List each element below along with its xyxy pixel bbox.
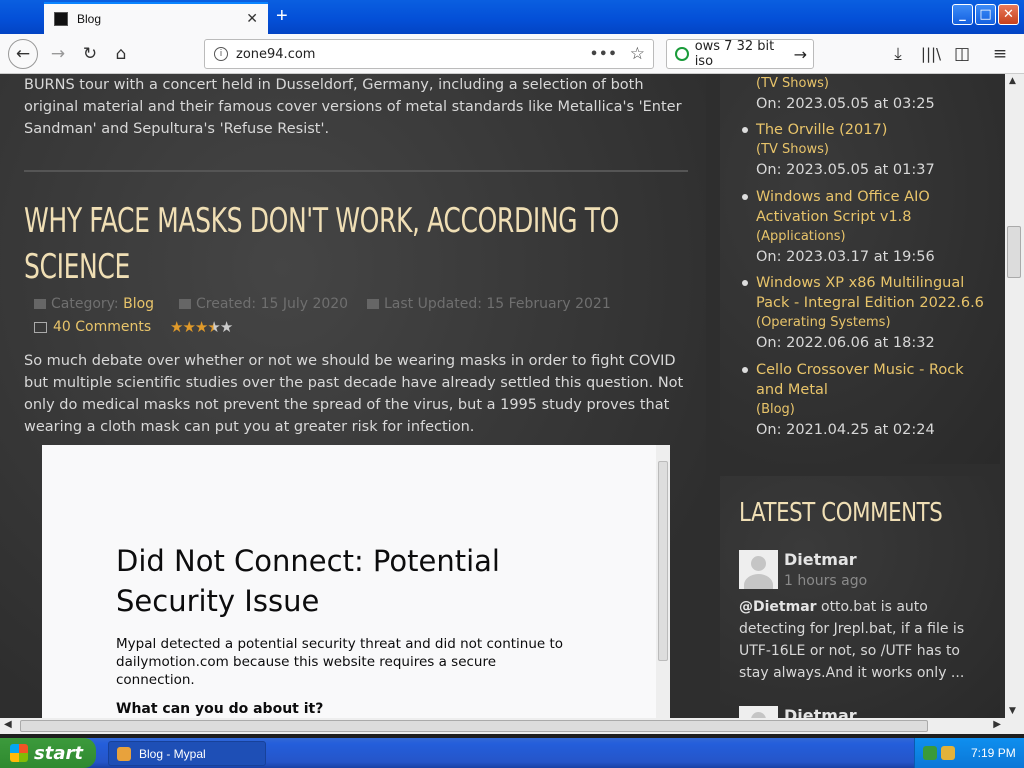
search-box[interactable]: ows 7 32 bit iso →	[666, 39, 814, 69]
scrollbar-corner	[1005, 718, 1024, 734]
star-icon[interactable]: ★	[207, 318, 220, 336]
frame-scrollbar-thumb[interactable]	[658, 461, 668, 661]
info-icon[interactable]: i	[214, 47, 228, 61]
search-text: ows 7 32 bit iso	[694, 39, 775, 69]
taskbar: start Blog - Mypal 7:19 PM	[0, 738, 1024, 768]
navigation-toolbar: ← → ↻ ⌂ i zone94.com ••• ☆ ows 7 32 bit …	[0, 34, 1024, 74]
list-item: Cello Crossover Music - Rock and Metal (…	[742, 360, 992, 440]
tab-favicon-icon	[54, 12, 68, 26]
star-icon[interactable]: ★	[170, 318, 183, 336]
article-title[interactable]: WHY FACE MASKS DON'T WORK, ACCORDING TO …	[24, 198, 688, 290]
url-text: zone94.com	[236, 46, 316, 62]
search-engine-icon	[675, 47, 689, 61]
comment-icon	[34, 321, 47, 333]
frame-scrollbar[interactable]	[656, 445, 670, 718]
list-item: Windows XP x86 Multilingual Pack - Integ…	[742, 273, 992, 353]
list-item: The Orville (2017) (TV Shows) On: 2023.0…	[742, 120, 992, 180]
forward-button[interactable]: →	[44, 40, 72, 68]
scroll-left-icon[interactable]: ◀	[4, 719, 12, 730]
browser-tab[interactable]: Blog ✕	[44, 2, 268, 34]
maximize-button[interactable]: □	[975, 4, 996, 25]
sidebar: (TV Shows) On: 2023.05.05 at 03:25 The O…	[720, 74, 1005, 718]
item-link[interactable]: Cello Crossover Music - Rock and Metal	[756, 360, 992, 400]
scroll-right-icon[interactable]: ▶	[993, 719, 1001, 730]
taskbar-item-browser[interactable]: Blog - Mypal	[108, 741, 266, 766]
system-tray: 7:19 PM	[914, 738, 1024, 768]
reload-button[interactable]: ↻	[76, 40, 104, 68]
category-link[interactable]: Blog	[123, 296, 154, 312]
previous-article-text: BURNS tour with a concert held in Dussel…	[24, 77, 682, 137]
comment-author[interactable]: Dietmar	[784, 550, 857, 569]
downloads-icon[interactable]: ⤓	[884, 40, 912, 68]
tab-close-icon[interactable]: ✕	[246, 11, 258, 27]
item-link[interactable]: The Orville (2017)	[756, 120, 992, 140]
page-actions-icon[interactable]: •••	[590, 47, 618, 62]
library-icon[interactable]: |||\	[917, 40, 945, 68]
article-updated: Last Updated: 15 February 2021	[367, 296, 611, 312]
windows-logo-icon	[10, 744, 28, 762]
clock[interactable]: 7:19 PM	[971, 746, 1016, 760]
new-tab-button[interactable]: +	[276, 5, 288, 28]
page-content: BURNS tour with a concert held in Dussel…	[0, 74, 1005, 718]
browser-icon	[117, 746, 131, 761]
bookmark-star-icon[interactable]: ☆	[630, 44, 645, 64]
latest-items-box: (TV Shows) On: 2023.05.05 at 03:25 The O…	[720, 74, 1000, 464]
search-tray-icon[interactable]	[941, 746, 955, 760]
article-body: So much debate over whether or not we sh…	[24, 353, 684, 435]
embedded-error-frame: Did Not Connect: Potential Security Issu…	[42, 445, 670, 718]
scroll-up-icon[interactable]: ▲	[1009, 76, 1016, 86]
item-link[interactable]: Windows and Office AIO Activation Script…	[756, 187, 992, 227]
rating-stars[interactable]: ★★★★★	[170, 318, 233, 336]
star-icon[interactable]: ★	[182, 318, 195, 336]
folder-icon	[34, 299, 46, 309]
list-item: Windows and Office AIO Activation Script…	[742, 187, 992, 267]
vertical-scrollbar[interactable]: ▲ ▼	[1005, 74, 1024, 718]
sidebar-toggle-icon[interactable]: ◫	[948, 40, 976, 68]
back-button[interactable]: ←	[8, 39, 38, 69]
vertical-scrollbar-thumb[interactable]	[1007, 226, 1021, 278]
item-link[interactable]: Windows XP x86 Multilingual Pack - Integ…	[756, 273, 992, 313]
url-bar[interactable]: i zone94.com ••• ☆	[204, 39, 654, 69]
error-title: Did Not Connect: Potential Security Issu…	[116, 544, 500, 618]
comment-text[interactable]: @Dietmar otto.bat is auto detecting for …	[739, 596, 989, 684]
avatar	[739, 706, 778, 718]
star-icon[interactable]: ★	[195, 318, 208, 336]
home-button[interactable]: ⌂	[107, 40, 135, 68]
avatar	[739, 550, 778, 589]
divider	[24, 170, 688, 172]
horizontal-scrollbar[interactable]: ◀ ▶	[0, 718, 1005, 734]
scroll-down-icon[interactable]: ▼	[1009, 706, 1016, 716]
tab-title: Blog	[77, 12, 102, 26]
start-button[interactable]: start	[0, 738, 96, 768]
latest-comments-title: LATEST COMMENTS	[739, 498, 943, 528]
error-description: Mypal detected a potential security thre…	[116, 636, 564, 688]
article-category: Category: Blog	[34, 296, 154, 312]
horizontal-scrollbar-thumb[interactable]	[20, 720, 928, 732]
main-column: BURNS tour with a concert held in Dussel…	[0, 74, 706, 718]
title-bar: Blog ✕ + _ □ ✕	[0, 0, 1024, 34]
error-question: What can you do about it?	[116, 701, 324, 717]
comment-time: 1 hours ago	[784, 573, 868, 589]
calendar-icon	[367, 299, 379, 309]
search-go-icon[interactable]: →	[794, 45, 807, 64]
close-window-button[interactable]: ✕	[998, 4, 1019, 25]
comments-link[interactable]: 40 Comments	[34, 319, 151, 335]
star-icon[interactable]: ★	[220, 318, 233, 336]
article-created: Created: 15 July 2020	[179, 296, 348, 312]
calendar-icon	[179, 299, 191, 309]
menu-icon[interactable]: ≡	[986, 40, 1014, 68]
comment-author[interactable]: Dietmar	[784, 706, 857, 718]
minimize-button[interactable]: _	[952, 4, 973, 25]
network-icon[interactable]	[923, 746, 937, 760]
list-item: (TV Shows) On: 2023.05.05 at 03:25	[756, 76, 935, 112]
